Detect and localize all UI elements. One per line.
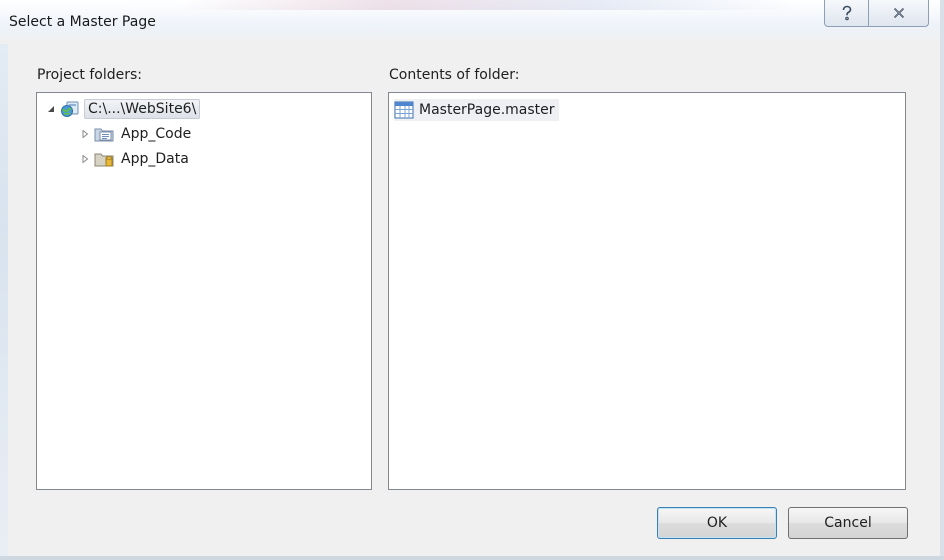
close-icon xyxy=(893,7,905,19)
collapsed-arrow-icon[interactable] xyxy=(80,129,90,139)
close-button[interactable] xyxy=(869,0,929,27)
window-bottom-edge xyxy=(0,556,944,560)
tree-item-app-data[interactable]: App_Data xyxy=(80,148,192,170)
expanded-arrow-icon[interactable] xyxy=(46,104,56,114)
tree-item-label: C:\...\WebSite6\ xyxy=(84,99,201,119)
select-master-page-dialog: Select a Master Page Project folders: Co… xyxy=(0,0,944,560)
tree-item-app-code[interactable]: App_Code xyxy=(80,123,194,145)
file-item-label: MasterPage.master xyxy=(419,102,555,118)
master-page-icon xyxy=(394,101,414,119)
title-glow xyxy=(180,0,800,10)
collapsed-arrow-icon[interactable] xyxy=(80,154,90,164)
dialog-title: Select a Master Page xyxy=(9,14,156,30)
project-folders-tree[interactable]: C:\...\WebSite6\ App_Code App_Data xyxy=(36,92,372,490)
help-button[interactable] xyxy=(824,0,869,27)
help-icon xyxy=(840,5,854,21)
project-folders-label: Project folders: xyxy=(37,67,142,83)
folder-contents-list[interactable]: MasterPage.master xyxy=(388,92,906,490)
ok-button[interactable]: OK xyxy=(657,507,777,539)
tree-item-label: App_Data xyxy=(121,151,189,167)
cancel-button[interactable]: Cancel xyxy=(788,507,908,539)
data-folder-icon xyxy=(94,150,114,168)
code-folder-icon xyxy=(94,125,114,143)
title-bar[interactable]: Select a Master Page xyxy=(0,0,944,44)
window-edge xyxy=(0,0,8,560)
file-item-master-page[interactable]: MasterPage.master xyxy=(394,99,559,121)
tree-item-website[interactable]: C:\...\WebSite6\ xyxy=(46,98,201,120)
website-icon xyxy=(60,100,80,118)
contents-of-folder-label: Contents of folder: xyxy=(389,67,520,83)
tree-item-label: App_Code xyxy=(121,126,192,142)
window-right-edge xyxy=(940,0,944,560)
